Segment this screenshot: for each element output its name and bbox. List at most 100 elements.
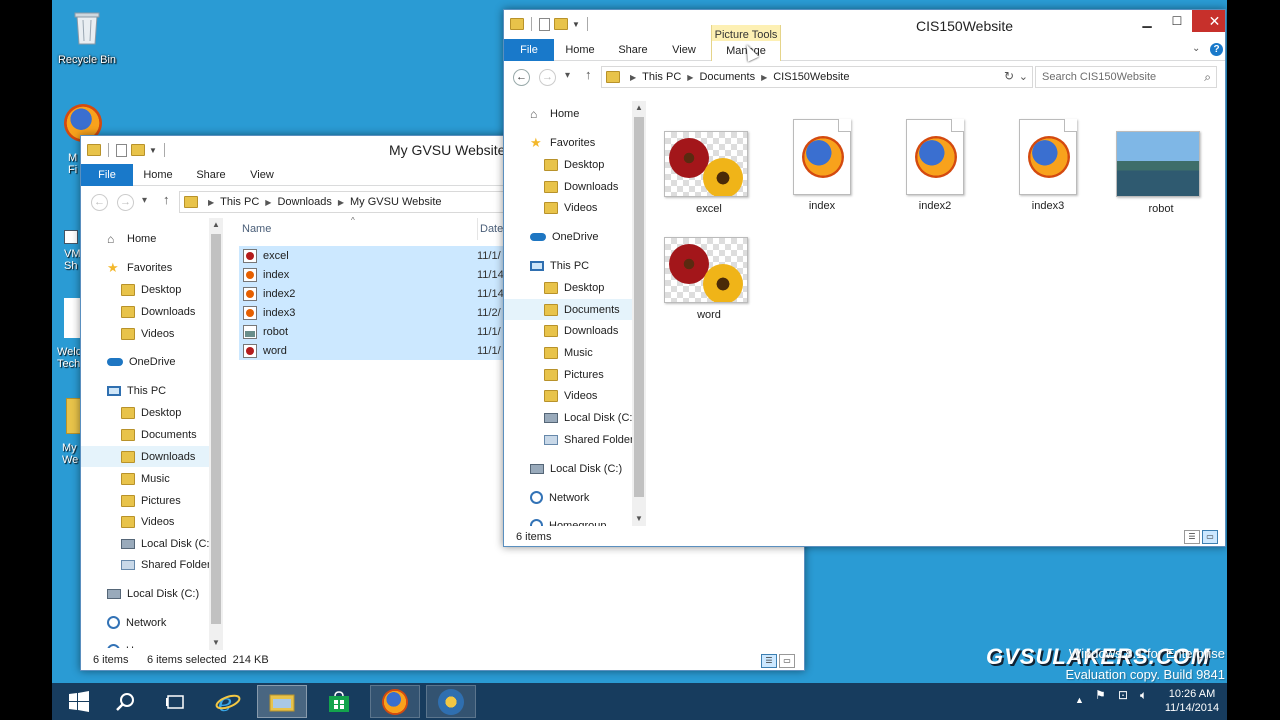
explorer-window-cis150[interactable]: ▼ CIS150Website ▁ ☐ ✕ File Home Share Vi… [503, 9, 1226, 547]
nav-item-local-disk-c[interactable]: Local Disk (C:) [81, 583, 209, 604]
recent-locations-button[interactable]: ▾ [565, 70, 570, 81]
table-row[interactable]: word 11/1/ [239, 341, 503, 360]
file-tile[interactable]: index2 [890, 119, 980, 212]
tab-home[interactable]: Home [558, 39, 602, 61]
title-bar[interactable]: ▼ CIS150Website ▁ ☐ ✕ [504, 10, 1225, 38]
address-bar[interactable]: ▶ This PC ▶ Documents ▶ CIS150Website ⌄ [601, 66, 1033, 88]
tab-view[interactable]: View [241, 164, 283, 186]
table-row[interactable]: index2 11/14 [239, 284, 504, 303]
new-folder-icon[interactable] [131, 144, 145, 156]
nav-item-videos[interactable]: Videos [504, 385, 632, 406]
nav-item-desktop[interactable]: Desktop [504, 277, 632, 298]
new-folder-icon[interactable] [554, 18, 568, 30]
breadcrumb-item[interactable]: CIS150Website [773, 71, 849, 83]
tab-share[interactable]: Share [611, 39, 655, 61]
forward-button[interactable]: → [539, 69, 556, 86]
nav-item-local-disk-c[interactable]: Local Disk (C:) [81, 533, 209, 554]
nav-item-desktop[interactable]: Desktop [81, 279, 209, 300]
column-header-name[interactable]: Name [242, 218, 271, 240]
show-hidden-icons-button[interactable]: ▲ [1075, 695, 1084, 705]
nav-item-desktop[interactable]: Desktop [81, 402, 209, 423]
search-input[interactable]: Search CIS150Website ⌕ [1035, 66, 1217, 88]
file-tile[interactable]: index [777, 119, 867, 212]
volume-icon[interactable]: 🔈︎ [1140, 688, 1147, 703]
scroll-up-arrow[interactable]: ▲ [632, 101, 646, 115]
nav-item-downloads[interactable]: Downloads [504, 320, 632, 341]
chevron-down-icon[interactable]: ⌄ [1019, 70, 1028, 83]
taskbar-clock[interactable]: 10:26 AM 11/14/2014 [1160, 687, 1224, 715]
tab-file[interactable]: File [504, 39, 554, 61]
nav-item-onedrive[interactable]: OneDrive [504, 226, 632, 247]
nav-item-documents[interactable]: Documents [81, 424, 209, 445]
properties-icon[interactable] [116, 143, 127, 157]
table-row[interactable]: excel 11/1/ [239, 246, 503, 265]
tab-view[interactable]: View [662, 39, 706, 61]
chevron-down-icon[interactable]: ▼ [149, 146, 157, 155]
tab-share[interactable]: Share [189, 164, 233, 186]
start-button[interactable] [54, 685, 104, 718]
table-row[interactable]: robot 11/1/ [239, 322, 503, 341]
nav-item-downloads[interactable]: Downloads [81, 446, 209, 467]
details-view-button[interactable]: ☰ [1184, 530, 1200, 544]
nav-item-onedrive[interactable]: OneDrive [81, 351, 209, 372]
scroll-down-arrow[interactable]: ▼ [632, 512, 646, 526]
tab-home[interactable]: Home [136, 164, 180, 186]
help-icon[interactable]: ? [1210, 43, 1223, 56]
breadcrumb-item[interactable]: This PC [220, 196, 259, 208]
table-row[interactable]: index 11/14 [239, 265, 504, 284]
nav-item-pictures[interactable]: Pictures [504, 364, 632, 385]
nav-item-local-disk-c[interactable]: Local Disk (C:) [504, 407, 632, 428]
nav-item-downloads[interactable]: Downloads [504, 176, 632, 197]
breadcrumb-item[interactable]: Downloads [277, 196, 331, 208]
scroll-down-arrow[interactable]: ▼ [209, 636, 223, 650]
maximize-button[interactable]: ☐ [1162, 10, 1192, 32]
refresh-icon[interactable]: ↻ [1004, 69, 1014, 83]
properties-icon[interactable] [539, 17, 550, 31]
nav-scrollbar[interactable]: ▲ ▼ [209, 218, 223, 650]
nav-item-homegroup[interactable]: Homegroup [81, 640, 209, 648]
nav-item-this-pc[interactable]: This PC [504, 255, 632, 276]
search-button[interactable] [100, 685, 150, 718]
taskbar-internet-explorer[interactable]: e [203, 685, 253, 718]
action-center-flag-icon[interactable]: ⚑ [1095, 688, 1106, 702]
recent-locations-button[interactable]: ▾ [142, 195, 147, 206]
nav-item-desktop[interactable]: Desktop [504, 154, 632, 175]
file-tile[interactable]: word [664, 225, 754, 321]
table-row[interactable]: index3 11/2/ [239, 303, 503, 322]
file-tile[interactable]: index3 [1003, 119, 1093, 212]
nav-item-videos[interactable]: Videos [81, 323, 209, 344]
large-icons-view-button[interactable]: ▭ [779, 654, 795, 668]
nav-item-home[interactable]: ⌂ Home [504, 103, 632, 124]
nav-item-music[interactable]: Music [81, 468, 209, 489]
nav-item-pictures[interactable]: Pictures [81, 490, 209, 511]
back-button[interactable]: ← [513, 69, 530, 86]
nav-item-music[interactable]: Music [504, 342, 632, 363]
nav-item-this-pc[interactable]: This PC [81, 380, 209, 401]
nav-item-homegroup[interactable]: Homegroup [504, 515, 632, 526]
nav-item-downloads[interactable]: Downloads [81, 301, 209, 322]
network-icon[interactable]: ⊡ [1118, 688, 1128, 702]
nav-scrollbar[interactable]: ▲ ▼ [632, 101, 646, 526]
large-icons-view-button[interactable]: ▭ [1202, 530, 1218, 544]
tab-file[interactable]: File [81, 164, 133, 186]
ribbon-expand-button[interactable]: ⌄ [1192, 43, 1200, 54]
scroll-thumb[interactable] [211, 234, 221, 624]
nav-item-favorites[interactable]: ★ Favorites [81, 257, 209, 278]
taskbar-file-explorer[interactable] [257, 685, 307, 718]
scroll-up-arrow[interactable]: ▲ [209, 218, 223, 232]
nav-item-local-disk-c[interactable]: Local Disk (C:) [504, 458, 632, 479]
desktop-icon-recycle-bin[interactable]: Recycle Bin [52, 8, 122, 66]
nav-item-favorites[interactable]: ★ Favorites [504, 132, 632, 153]
breadcrumb-item[interactable]: Documents [699, 71, 755, 83]
nav-item-home[interactable]: ⌂ Home [81, 228, 209, 249]
taskbar-gvsu-app[interactable] [426, 685, 476, 718]
taskbar-firefox[interactable] [370, 685, 420, 718]
vm-desktop-icon[interactable] [64, 230, 78, 244]
nav-item-videos[interactable]: Videos [504, 197, 632, 218]
nav-item-videos[interactable]: Videos [81, 511, 209, 532]
nav-item-shared-folders[interactable]: Shared Folders [504, 429, 632, 450]
back-button[interactable]: ← [91, 194, 108, 211]
up-button[interactable]: ↑ [163, 192, 170, 207]
nav-item-shared-folders[interactable]: Shared Folders [81, 554, 209, 575]
minimize-button[interactable]: ▁ [1132, 10, 1162, 32]
